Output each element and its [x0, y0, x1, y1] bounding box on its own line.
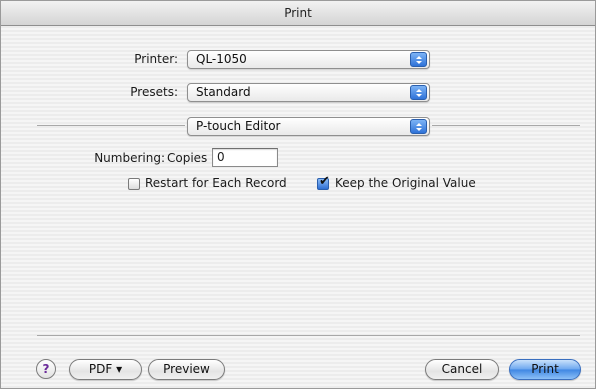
presets-label: Presets: — [130, 85, 178, 99]
separator-left — [37, 125, 185, 126]
copies-field[interactable]: 0 — [212, 148, 278, 167]
pdf-button[interactable]: PDF ▾ — [69, 359, 142, 380]
restart-checkbox[interactable] — [128, 178, 140, 190]
keep-label: Keep the Original Value — [335, 176, 476, 190]
printer-popup[interactable]: QL-1050 — [187, 50, 430, 69]
help-button[interactable]: ? — [36, 359, 56, 379]
popup-arrows-icon — [410, 85, 427, 100]
panel-value: P-touch Editor — [196, 119, 281, 133]
numbering-label: Numbering: — [94, 151, 165, 165]
cancel-button[interactable]: Cancel — [425, 359, 499, 380]
print-dialog: Print Printer: QL-1050 Presets: Standard… — [0, 0, 596, 389]
popup-arrows-icon — [410, 119, 427, 134]
printer-label: Printer: — [134, 52, 178, 66]
presets-value: Standard — [196, 85, 251, 99]
footer-separator — [37, 335, 580, 336]
printer-value: QL-1050 — [196, 52, 247, 66]
popup-arrows-icon — [410, 52, 427, 67]
checkmark-icon: ✔ — [319, 174, 330, 189]
panel-popup[interactable]: P-touch Editor — [187, 117, 430, 136]
copies-label: Copies — [167, 151, 208, 165]
window-title: Print — [1, 1, 595, 26]
keep-checkbox[interactable]: ✔ — [317, 174, 330, 190]
separator-right — [432, 125, 580, 126]
presets-popup[interactable]: Standard — [187, 83, 430, 102]
restart-label: Restart for Each Record — [145, 176, 287, 190]
print-button[interactable]: Print — [509, 359, 581, 380]
preview-button[interactable]: Preview — [148, 359, 225, 380]
